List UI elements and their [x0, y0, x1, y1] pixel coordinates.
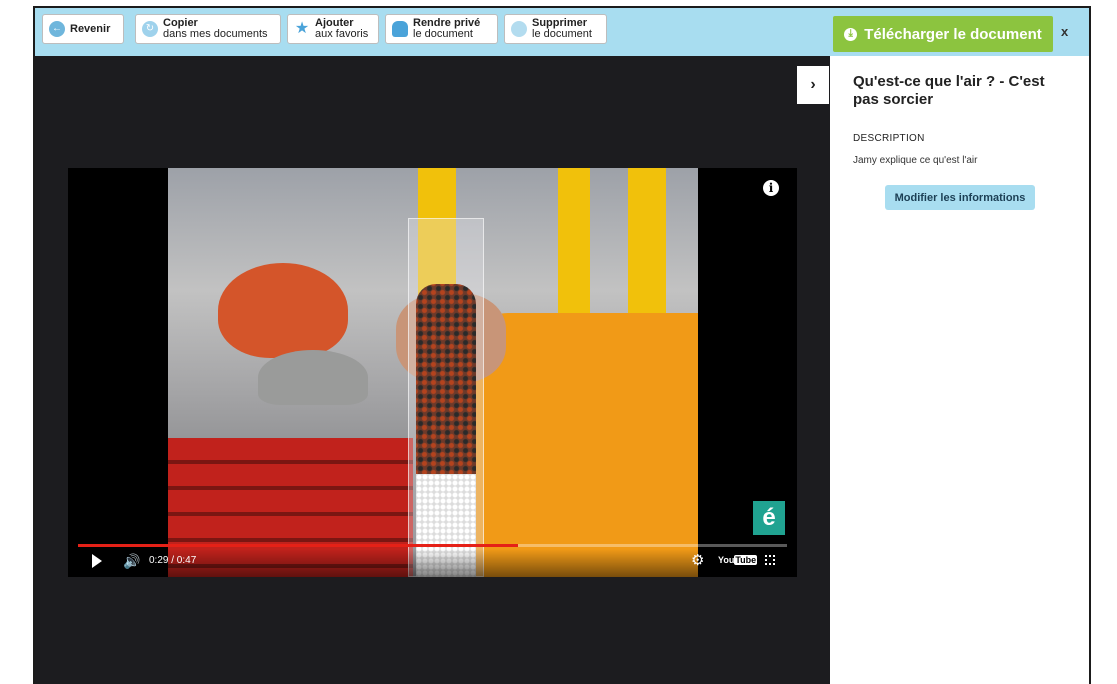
close-button[interactable]: x [1061, 24, 1068, 39]
youtube-logo-you: You [718, 555, 735, 565]
time-display: 0:29 / 0:47 [149, 555, 197, 566]
video-stage: › i é 🔊 0:29 / 0:47 ⚙ YouTube [35, 56, 830, 684]
gear-icon[interactable]: ⚙ [691, 552, 704, 570]
volume-icon[interactable]: 🔊 [123, 552, 140, 570]
play-icon[interactable] [92, 554, 102, 568]
lock-icon [392, 21, 408, 37]
progress-bar[interactable] [78, 544, 787, 547]
video-teapot [258, 350, 368, 405]
back-button[interactable]: ← Revenir [42, 14, 124, 44]
video-glass-tube [408, 218, 484, 577]
make-private-button[interactable]: Rendre privé le document [385, 14, 498, 44]
player-controls: 🔊 0:29 / 0:47 ⚙ YouTube [68, 549, 797, 577]
video-player[interactable]: i é 🔊 0:29 / 0:47 ⚙ YouTube [68, 168, 797, 577]
video-dark-beads [416, 284, 476, 474]
delete-button-sublabel: le document [532, 28, 592, 40]
download-button[interactable]: ⤓ Télécharger le document [833, 16, 1053, 52]
edit-info-button[interactable]: Modifier les informations [885, 185, 1035, 210]
private-button-sublabel: le document [413, 28, 473, 40]
video-frame [168, 168, 698, 577]
channel-logo: é [753, 501, 785, 535]
info-icon[interactable]: i [763, 180, 779, 196]
collapse-panel-button[interactable]: › [797, 66, 829, 104]
document-title: Qu'est-ce que l'air ? - C'est pas sorcie… [853, 73, 1045, 108]
chevron-right-icon: › [810, 76, 816, 93]
progress-fill [78, 544, 518, 547]
add-favorite-button[interactable]: ★ Ajouter aux favoris [287, 14, 379, 44]
youtube-logo-tube: Tube [734, 555, 758, 565]
delete-button[interactable]: Supprimer le document [504, 14, 607, 44]
copy-button-sublabel: dans mes documents [163, 28, 268, 40]
download-icon: ⤓ [844, 27, 858, 41]
fullscreen-icon[interactable] [765, 555, 775, 565]
trash-icon [511, 21, 527, 37]
download-button-label: Télécharger le document [864, 25, 1042, 43]
arrow-left-icon: ← [49, 21, 65, 37]
copy-button[interactable]: ↻ Copier dans mes documents [135, 14, 281, 44]
document-viewer: ← Revenir ↻ Copier dans mes documents ★ … [33, 6, 1091, 684]
star-icon: ★ [294, 20, 310, 37]
video-vase [218, 263, 348, 358]
favorite-button-sublabel: aux favoris [315, 28, 369, 40]
description-text: Jamy explique ce qu'est l'air [853, 155, 978, 166]
copy-icon: ↻ [142, 21, 158, 37]
back-button-label: Revenir [70, 23, 111, 35]
youtube-logo[interactable]: YouTube [718, 555, 758, 565]
toolbar: ← Revenir ↻ Copier dans mes documents ★ … [35, 8, 1089, 56]
info-panel: Qu'est-ce que l'air ? - C'est pas sorcie… [830, 56, 1089, 684]
description-heading: DESCRIPTION [853, 133, 925, 144]
